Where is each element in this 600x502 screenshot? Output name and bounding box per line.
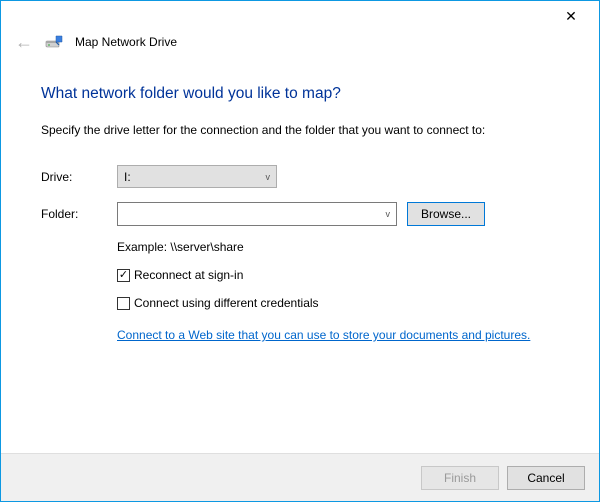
drive-row: Drive: I: v [41, 165, 559, 188]
options-block: Example: \\server\share ✓ Reconnect at s… [117, 240, 559, 342]
reconnect-label: Reconnect at sign-in [134, 268, 243, 282]
instruction-text: Specify the drive letter for the connect… [41, 123, 559, 137]
drive-select[interactable]: I: v [117, 165, 277, 188]
page-heading: What network folder would you like to ma… [41, 85, 559, 103]
close-button[interactable]: ✕ [551, 3, 591, 29]
wizard-title: Map Network Drive [75, 35, 177, 49]
diff-creds-checkbox[interactable] [117, 297, 130, 310]
content-area: What network folder would you like to ma… [1, 57, 599, 453]
chevron-down-icon: v [386, 209, 391, 219]
drive-select-value: I: [124, 170, 131, 184]
example-text: Example: \\server\share [117, 240, 559, 254]
chevron-down-icon: v [266, 172, 271, 182]
back-arrow-icon: ← [15, 33, 33, 51]
folder-row: Folder: v Browse... [41, 202, 559, 226]
cancel-button[interactable]: Cancel [507, 466, 585, 490]
wizard-header: ← Map Network Drive [1, 31, 599, 57]
website-link[interactable]: Connect to a Web site that you can use t… [117, 328, 530, 342]
reconnect-checkbox[interactable]: ✓ [117, 269, 130, 282]
browse-button[interactable]: Browse... [407, 202, 485, 226]
footer: Finish Cancel [1, 453, 599, 501]
close-icon: ✕ [565, 8, 577, 25]
drive-label: Drive: [41, 170, 117, 184]
diff-creds-label: Connect using different credentials [134, 296, 319, 310]
network-drive-icon [45, 33, 63, 51]
finish-button: Finish [421, 466, 499, 490]
titlebar: ✕ [1, 1, 599, 31]
folder-combobox[interactable]: v [117, 202, 397, 226]
diff-creds-row: Connect using different credentials [117, 296, 559, 310]
reconnect-row: ✓ Reconnect at sign-in [117, 268, 559, 282]
folder-label: Folder: [41, 207, 117, 221]
